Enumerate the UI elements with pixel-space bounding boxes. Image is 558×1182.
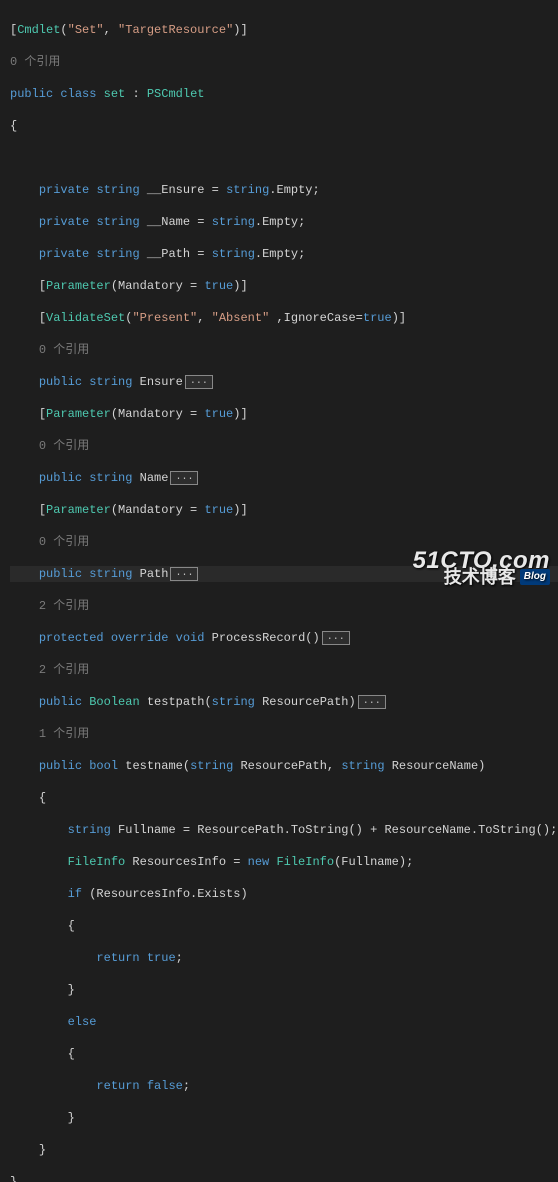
fold-icon[interactable]: ... [358,695,386,709]
codelens-refs[interactable]: 1 个引用 [10,726,558,742]
stmt-fileinfo: FileInfo ResourcesInfo = new FileInfo(Fu… [10,854,558,870]
codelens-refs[interactable]: 2 个引用 [10,662,558,678]
attr-validateset: [ValidateSet("Present", "Absent" ,Ignore… [10,310,558,326]
stmt-fullname: string Fullname = ResourcePath.ToString(… [10,822,558,838]
attr-parameter: [Parameter(Mandatory = true)] [10,278,558,294]
fold-icon[interactable]: ... [170,471,198,485]
brace-close: } [10,1142,558,1158]
attr-cmdlet: [Cmdlet("Set", "TargetResource")] [10,22,558,38]
brace-close: } [10,982,558,998]
codelens-refs[interactable]: 0 个引用 [10,54,558,70]
codelens-refs[interactable]: 0 个引用 [10,342,558,358]
brace-open: { [10,1046,558,1062]
brace-open: { [10,790,558,806]
brace-open: { [10,118,558,134]
method-testname-sig: public bool testname(string ResourcePath… [10,758,558,774]
method-testpath: public Boolean testpath(string ResourceP… [10,694,558,710]
fold-icon[interactable]: ... [170,567,198,581]
brace-close: } [10,1174,558,1182]
field-ensure: private string __Ensure = string.Empty; [10,182,558,198]
field-name: private string __Name = string.Empty; [10,214,558,230]
stmt-if: if (ResourcesInfo.Exists) [10,886,558,902]
codelens-refs[interactable]: 2 个引用 [10,598,558,614]
codelens-refs[interactable]: 0 个引用 [10,438,558,454]
return-false: return false; [10,1078,558,1094]
fold-icon[interactable]: ... [185,375,213,389]
method-processrecord: protected override void ProcessRecord().… [10,630,558,646]
fold-icon[interactable]: ... [322,631,350,645]
prop-name: public string Name... [10,470,558,486]
prop-ensure: public string Ensure... [10,374,558,390]
prop-path: public string Path... [10,566,558,582]
brace-close: } [10,1110,558,1126]
code-editor: [Cmdlet("Set", "TargetResource")] 0 个引用 … [0,0,558,1182]
field-path: private string __Path = string.Empty; [10,246,558,262]
class-decl: public class set : PSCmdlet [10,86,558,102]
return-true: return true; [10,950,558,966]
attr-parameter: [Parameter(Mandatory = true)] [10,502,558,518]
else: else [10,1014,558,1030]
brace-open: { [10,918,558,934]
attr-parameter: [Parameter(Mandatory = true)] [10,406,558,422]
codelens-refs[interactable]: 0 个引用 [10,534,558,550]
